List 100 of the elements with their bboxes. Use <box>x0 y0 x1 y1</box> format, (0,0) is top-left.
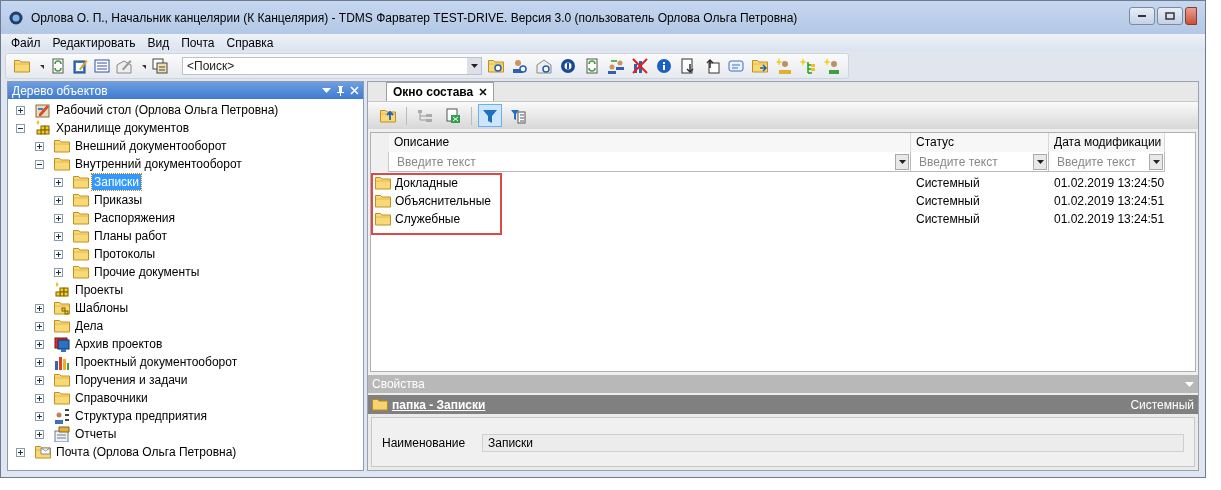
tree-item[interactable]: Приказы <box>92 192 145 208</box>
folder-up-icon <box>380 107 396 124</box>
document-stack-icon[interactable] <box>152 58 168 74</box>
expand-icon[interactable] <box>54 249 63 259</box>
edit-document-icon[interactable] <box>72 58 88 74</box>
report-icon <box>54 426 70 442</box>
tree-item[interactable]: Почта (Орлова Ольга Петровна) <box>54 444 239 460</box>
close-icon[interactable] <box>479 88 488 96</box>
filter-field[interactable]: Введите текст <box>389 152 911 172</box>
folder-icon <box>54 390 70 406</box>
folder-arrow-icon[interactable] <box>752 58 768 74</box>
collapse-icon[interactable] <box>16 123 25 133</box>
blocks-icon <box>54 282 70 298</box>
expand-icon[interactable] <box>35 357 44 367</box>
dropdown-arrow-icon[interactable] <box>1152 159 1160 164</box>
folder-icon <box>73 192 89 208</box>
expand-icon[interactable] <box>16 105 25 115</box>
tree-item[interactable]: Распоряжения <box>92 210 178 226</box>
table-cell-text: Докладные <box>395 175 458 192</box>
search-field[interactable]: <Поиск> <box>182 57 482 75</box>
tree-item[interactable]: Архив проектов <box>73 336 165 352</box>
desk-icon <box>35 102 51 118</box>
column-header[interactable]: Описание <box>389 133 911 152</box>
refresh-icon[interactable] <box>50 58 66 74</box>
expand-icon[interactable] <box>54 177 63 187</box>
pin-icon[interactable] <box>337 85 344 96</box>
tree-item[interactable]: Планы работ <box>92 228 169 244</box>
download-document-icon[interactable] <box>680 58 696 74</box>
table-cell-text: Системный <box>915 193 981 210</box>
folder-icon <box>375 193 391 209</box>
filter-field[interactable]: Введите текст <box>911 152 1049 172</box>
tab[interactable]: Окно состава <box>386 82 495 101</box>
mail-search-icon[interactable] <box>536 58 552 74</box>
tree-item[interactable]: Хранилище документов <box>54 120 192 136</box>
delete-chart-icon[interactable] <box>632 58 648 74</box>
tree-item[interactable]: Поручения и задачи <box>73 372 190 388</box>
folder-icon <box>54 138 70 154</box>
tree-item[interactable]: Шаблоны <box>73 300 131 316</box>
menu-item[interactable]: Редактировать <box>46 33 142 52</box>
folder-icon <box>54 372 70 388</box>
text-field[interactable]: Записки <box>482 434 1184 452</box>
tree-item[interactable]: Прочие документы <box>92 264 202 280</box>
window-title: Орлова О. П., Начальник канцелярии (К Канцелярия) - TDMS Фарватер TEST-DRIVE. Версия 3.0 (пользователь Орлова Ольга Петровна) <box>31 9 798 27</box>
expand-icon[interactable] <box>54 267 63 277</box>
tree-item[interactable]: Внешний документооборот <box>73 138 229 154</box>
filter-button[interactable] <box>478 104 502 127</box>
menu-item[interactable]: Справка <box>220 33 280 52</box>
column-header[interactable]: Дата модификации <box>1049 133 1165 152</box>
minimize-button[interactable] <box>1129 7 1155 25</box>
new-users-icon[interactable] <box>776 58 792 74</box>
tree-item[interactable]: Дела <box>73 318 106 334</box>
panel-title: Дерево объектов <box>12 82 108 100</box>
filter-field[interactable]: Введите текст <box>1049 152 1165 172</box>
dropdown-arrow-icon[interactable] <box>898 159 906 164</box>
expand-icon[interactable] <box>35 393 44 403</box>
tree-item[interactable]: Проекты <box>73 282 126 298</box>
expand-icon[interactable] <box>35 321 44 331</box>
expand-icon[interactable] <box>35 303 44 313</box>
info-icon[interactable] <box>656 58 672 74</box>
tree-item[interactable]: Проектный документооборот <box>73 354 240 370</box>
folder-icon[interactable] <box>14 58 30 74</box>
tree-item[interactable]: Структура предприятия <box>73 408 209 424</box>
tree-item[interactable]: Справочники <box>73 390 150 406</box>
card-icon[interactable] <box>728 58 744 74</box>
expand-icon[interactable] <box>35 429 44 439</box>
expand-icon[interactable] <box>54 231 63 241</box>
expand-icon[interactable] <box>54 213 63 223</box>
upload-document-icon[interactable] <box>704 58 720 74</box>
folder-icon <box>372 398 388 411</box>
expand-icon[interactable] <box>35 339 44 349</box>
menu-item[interactable]: Почта <box>175 33 221 52</box>
column-header[interactable]: Статус <box>911 133 1049 152</box>
maximize-button[interactable] <box>1157 7 1183 25</box>
search-folder-icon[interactable] <box>488 58 504 74</box>
expand-icon[interactable] <box>35 141 44 151</box>
tree-item[interactable]: Отчеты <box>73 426 119 442</box>
user-search-icon[interactable] <box>512 58 528 74</box>
new-user-icon[interactable] <box>824 58 840 74</box>
close-button[interactable] <box>1185 7 1197 25</box>
table-cell-text: 01.02.2019 13:24:51 <box>1053 193 1166 210</box>
tree-item[interactable]: Внутренний документооборот <box>73 156 244 172</box>
folder-icon <box>73 264 89 280</box>
expand-icon[interactable] <box>35 411 44 421</box>
expand-icon[interactable] <box>35 375 44 385</box>
table-cell-text: Служебные <box>395 211 461 228</box>
users-swap-icon[interactable] <box>608 58 624 74</box>
tree-item[interactable]: Рабочий стол (Орлова Ольга Петровна) <box>54 102 281 118</box>
dropdown-arrow-icon[interactable] <box>470 64 478 68</box>
menu-item[interactable]: Вид <box>141 33 176 52</box>
object-link[interactable]: папка - Записки <box>392 395 486 414</box>
expand-icon[interactable] <box>54 195 63 205</box>
tree-item[interactable]: Протоколы <box>92 246 158 262</box>
dropdown-arrow-icon[interactable] <box>1036 159 1044 164</box>
expand-icon[interactable] <box>16 447 25 457</box>
refresh-icon[interactable] <box>584 58 600 74</box>
collapse-icon[interactable] <box>35 159 44 169</box>
envelope-pen-icon[interactable] <box>116 58 132 74</box>
list-icon[interactable] <box>94 58 110 74</box>
menu-item[interactable]: Файл <box>5 33 47 52</box>
table-cell-text: 01.02.2019 13:24:50 <box>1053 175 1166 192</box>
